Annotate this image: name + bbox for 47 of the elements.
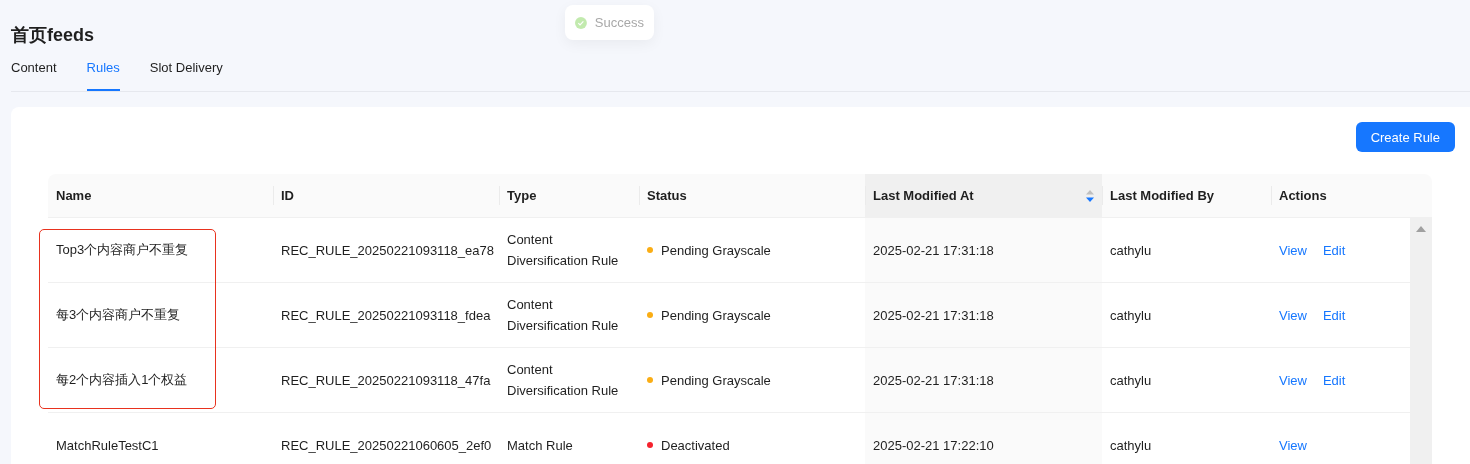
table-cell-text: MatchRuleTestC1 — [55, 436, 160, 455]
table-cell: 2025-02-21 17:31:18 — [865, 348, 1102, 412]
column-header[interactable]: Last Modified At — [865, 174, 1102, 217]
action-link[interactable]: Edit — [1322, 372, 1346, 388]
action-link[interactable]: Edit — [1322, 307, 1346, 323]
create-rule-button[interactable]: Create Rule — [1355, 122, 1455, 152]
status-text: Deactivated — [661, 437, 730, 453]
table-cell-text: 每3个内容商户不重复 — [55, 306, 182, 324]
table-cell-text: REC_RULE_20250221093118_fdea — [280, 306, 492, 325]
action-link[interactable]: Edit — [1322, 242, 1346, 258]
column-header: Name — [55, 187, 93, 205]
table-cell-text: cathylu — [1109, 371, 1153, 390]
table-cell-text: cathylu — [1109, 306, 1153, 325]
column-header: Actions — [1271, 174, 1410, 217]
action-link[interactable]: View — [1279, 307, 1307, 323]
tab[interactable]: Content — [11, 58, 57, 91]
table-cell-text: 每2个内容插入1个权益 — [55, 371, 189, 389]
table-cell: 2025-02-21 17:31:18 — [865, 283, 1102, 347]
table-cell-text: cathylu — [1109, 436, 1153, 455]
table-cell: 2025-02-21 17:22:10 — [865, 413, 1102, 464]
action-link[interactable]: View — [1279, 372, 1307, 388]
column-header: ID — [273, 174, 499, 217]
success-icon — [575, 14, 587, 31]
tab[interactable]: Slot Delivery — [149, 58, 223, 91]
table-cell-text: Content Diversification Rule — [506, 361, 620, 400]
action-link[interactable]: View — [1279, 437, 1307, 453]
table-cell-text: REC_RULE_20250221060605_2ef0 — [280, 436, 493, 455]
table-cell-text: cathylu — [1109, 241, 1153, 260]
tab[interactable]: Rules — [86, 58, 120, 91]
page-title: 首页feeds — [10, 24, 95, 47]
status-text: Pending Grayscale — [661, 372, 771, 388]
column-header: Last Modified By — [1102, 174, 1271, 217]
toast-text: Success — [594, 15, 644, 30]
column-header: Type — [499, 174, 639, 217]
table-cell-text: REC_RULE_20250221093118_ea78 — [280, 241, 495, 260]
table-cell-text: Top3个内容商户不重复 — [55, 241, 190, 259]
status-text: Pending Grayscale — [661, 242, 771, 258]
column-header: Status — [639, 174, 865, 217]
table-cell: 2025-02-21 17:31:18 — [865, 218, 1102, 282]
action-link[interactable]: View — [1279, 242, 1307, 258]
status-text: Pending Grayscale — [661, 307, 771, 323]
table-cell-text: Content Diversification Rule — [506, 296, 620, 335]
scroll-up-icon[interactable] — [1416, 226, 1426, 232]
table-cell-text: REC_RULE_20250221093118_47fa — [280, 371, 492, 390]
table-cell-text: Content Diversification Rule — [506, 231, 620, 270]
sort-icon[interactable] — [1086, 189, 1094, 202]
table-cell-text: Match Rule — [506, 436, 574, 455]
